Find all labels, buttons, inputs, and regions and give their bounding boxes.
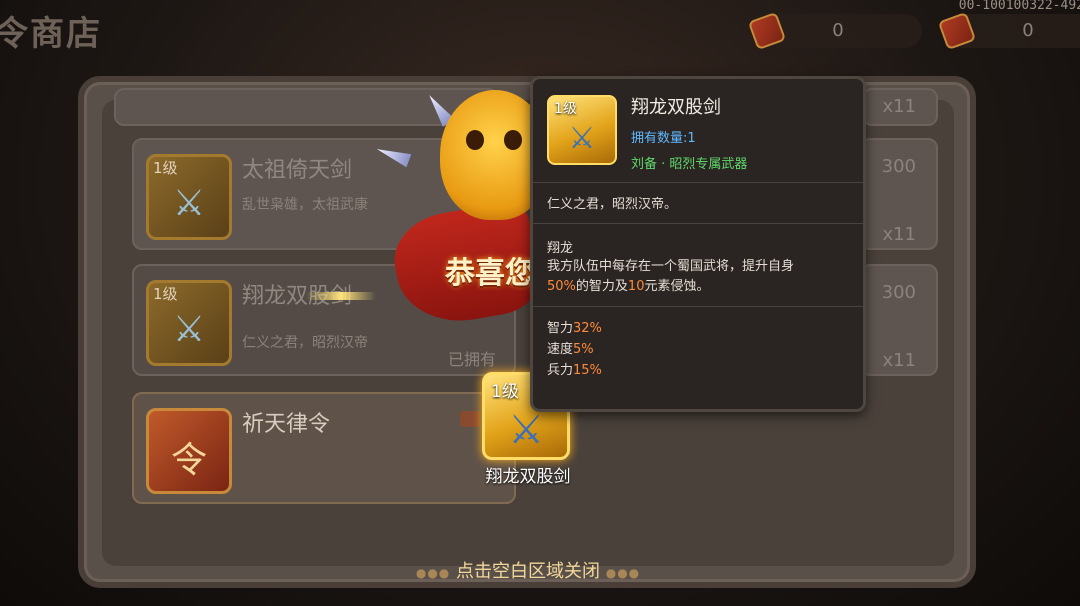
sword-icon: 1级 ⚔ [146, 154, 232, 240]
twin-swords-icon: 1级 ⚔ [547, 95, 617, 165]
item-price: 300 [881, 282, 916, 303]
item-level: 1级 [153, 285, 178, 303]
list-item[interactable]: 300 x11 [860, 264, 938, 376]
tooltip-item-name: 翔龙双股剑 [631, 97, 721, 118]
tooltip-exclusive: 刘备 · 昭烈专属武器 [631, 157, 748, 172]
top-bar: 令商店 0 0 00-100100322-492 [0, 0, 1080, 60]
sword-glyph: ⚔ [568, 121, 596, 156]
resource-slot-2[interactable]: 0 [937, 11, 1080, 51]
resource-value: 0 [832, 20, 844, 41]
item-tooltip: 1级 ⚔ 翔龙双股剑 拥有数量:1 刘备 · 昭烈专属武器 仁义之君，昭烈汉帝。… [530, 76, 866, 412]
congrats-banner: 恭喜您 [445, 256, 535, 291]
item-desc: 乱世枭雄，太祖武康 [242, 197, 368, 213]
stat-speed: 速度5% [547, 342, 594, 357]
item-name: 祈天律令 [242, 412, 331, 437]
list-item[interactable]: x11 [862, 88, 938, 126]
token-glyph: 令 [170, 440, 207, 481]
item-price: 300 [881, 156, 916, 177]
sword-glyph: ⚔ [172, 309, 206, 350]
dots-decoration: ●●● [415, 566, 451, 580]
sword-glyph: ⚔ [172, 183, 206, 224]
tooltip-owned-count: 拥有数量:1 [631, 131, 696, 146]
tooltip-header: 1级 ⚔ 翔龙双股剑 拥有数量:1 刘备 · 昭烈专属武器 [533, 79, 863, 183]
sparkle-trail [306, 292, 376, 300]
mascot-eye [504, 130, 522, 150]
dots-decoration: ●●● [605, 566, 641, 580]
item-name: 太祖倚天剑 [242, 158, 353, 183]
resource-slot-1[interactable]: 0 [747, 11, 922, 51]
order-token-icon: 令 [146, 408, 232, 494]
stat-intelligence: 智力32% [547, 321, 602, 336]
token-icon [459, 410, 480, 427]
mascot-eye [466, 130, 484, 150]
session-id: 00-100100322-492 [958, 0, 1080, 13]
owned-label: 已拥有 [447, 350, 496, 369]
divider [533, 306, 863, 307]
shop-title: 令商店 [0, 14, 102, 54]
item-desc: 仁义之君，昭烈汉帝 [242, 335, 368, 351]
twin-swords-icon: 1级 ⚔ [146, 280, 232, 366]
reward-level: 1级 [491, 382, 519, 402]
tooltip-level: 1级 [554, 101, 577, 117]
reward-name: 翔龙双股剑 [485, 467, 571, 487]
tooltip-skill-name: 翔龙 [547, 241, 574, 256]
close-hint[interactable]: ●●● 点击空白区域关闭 ●●● [394, 558, 662, 586]
shop-item-qitian-order[interactable]: 令 祈天律令 1 [132, 392, 516, 504]
list-item[interactable]: 300 x11 [860, 138, 938, 250]
tooltip-skill-desc: 我方队伍中每存在一个蜀国武将，提升自身 50%的智力及10元素侵蚀。 [547, 259, 795, 294]
item-level: 1级 [153, 159, 178, 177]
twin-swords-icon: ⚔ [508, 407, 544, 453]
resource-value: 0 [1022, 20, 1034, 41]
stat-troops: 兵力15% [547, 363, 602, 378]
tooltip-lore: 仁义之君，昭烈汉帝。 [547, 197, 678, 212]
divider [533, 223, 863, 224]
item-qty: x11 [882, 350, 916, 371]
item-qty: x11 [882, 96, 916, 117]
item-qty: x11 [882, 224, 916, 245]
